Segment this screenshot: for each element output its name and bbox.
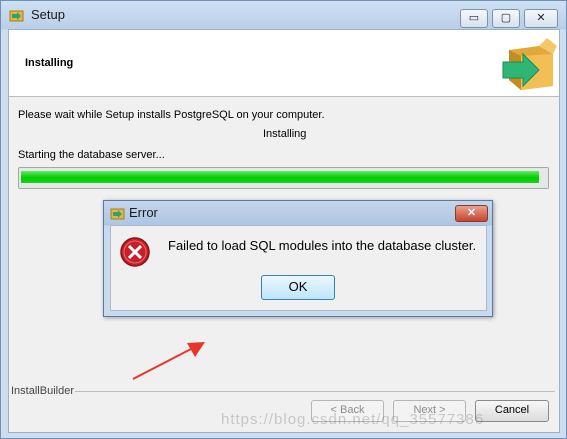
progress-fill <box>21 171 539 183</box>
install-box-icon <box>502 38 557 90</box>
ok-button[interactable]: OK <box>261 275 335 300</box>
error-dialog: Error ✕ Failed to load SQL modules into … <box>103 200 493 317</box>
footer-divider <box>75 391 555 392</box>
dialog-close-button[interactable]: ✕ <box>455 205 488 222</box>
error-icon <box>120 237 150 267</box>
dialog-title: Error <box>129 205 158 220</box>
installing-label: Installing <box>263 128 307 140</box>
header-banner: Installing <box>9 30 559 97</box>
maximize-button[interactable]: ▢ <box>492 9 520 28</box>
cancel-button[interactable]: Cancel <box>475 400 549 422</box>
title-bar[interactable]: Setup ▭ ▢ ✕ <box>1 1 566 29</box>
status-text: Please wait while Setup installs Postgre… <box>18 109 325 121</box>
maximize-icon: ▢ <box>500 12 512 24</box>
close-icon: ✕ <box>536 12 546 24</box>
minimize-button[interactable]: ▭ <box>460 9 488 28</box>
step-text: Starting the database server... <box>18 149 165 161</box>
dialog-close-icon: ✕ <box>466 207 477 219</box>
dialog-app-icon <box>110 208 125 220</box>
minimize-icon: ▭ <box>468 12 480 24</box>
setup-window: Setup ▭ ▢ ✕ Installing Please wait while… <box>0 0 567 439</box>
dialog-body: Failed to load SQL modules into the data… <box>110 225 487 311</box>
watermark: https://blog.csdn.net/qq_35577386 <box>221 411 485 428</box>
error-message: Failed to load SQL modules into the data… <box>168 238 477 253</box>
annotation-arrow-icon <box>132 342 205 380</box>
close-button[interactable]: ✕ <box>524 9 558 28</box>
progress-bar <box>18 167 549 189</box>
setup-app-icon <box>9 10 24 22</box>
page-title: Installing <box>25 57 74 69</box>
window-title: Setup <box>31 7 65 22</box>
installbuilder-label: InstallBuilder <box>11 385 74 397</box>
